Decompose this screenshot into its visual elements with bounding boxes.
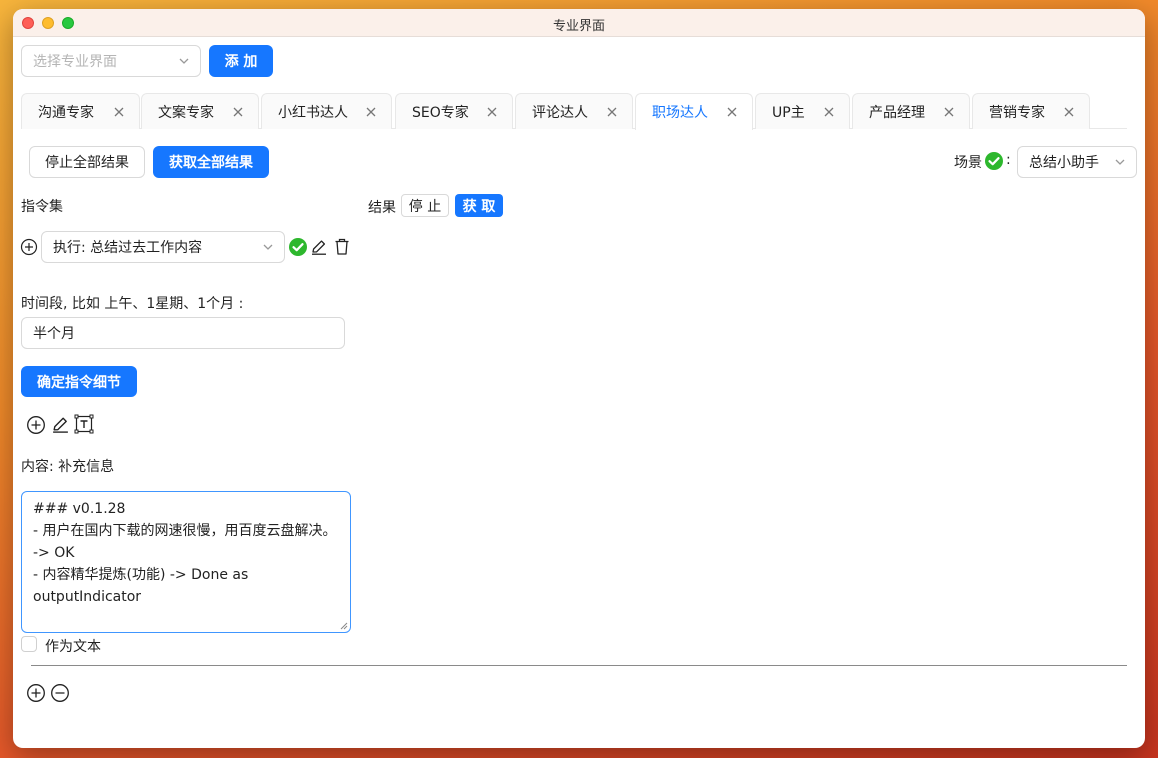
pencil-icon[interactable] [310, 238, 328, 256]
command-select[interactable]: 执行: 总结过去工作内容 [41, 231, 285, 263]
check-circle-icon[interactable] [288, 237, 308, 257]
close-icon[interactable] [943, 106, 955, 118]
close-icon[interactable] [486, 106, 498, 118]
command-select-value: 执行: 总结过去工作内容 [53, 240, 203, 256]
title-bar: 专业界面 [13, 9, 1145, 37]
app-window: 专业界面 选择专业界面 添 加 沟通专家 文案专家 小红书达人 SEO专家 评论… [13, 9, 1145, 748]
pencil-icon[interactable] [51, 415, 70, 434]
chevron-down-icon [179, 58, 189, 64]
trash-icon[interactable] [333, 237, 351, 256]
content-label: 内容: 补充信息 [21, 459, 115, 475]
plus-circle-icon[interactable] [26, 415, 46, 435]
profession-select-placeholder: 选择专业界面 [33, 54, 117, 70]
tab-label: 文案专家 [158, 104, 214, 121]
close-icon[interactable] [113, 106, 125, 118]
profession-select[interactable]: 选择专业界面 [21, 45, 201, 77]
tab-item[interactable]: SEO专家 [395, 93, 513, 129]
scene-colon: : [1006, 152, 1011, 168]
text-box-icon[interactable] [74, 414, 94, 434]
tab-item-active[interactable]: 职场达人 [635, 93, 753, 130]
tab-label: 沟通专家 [38, 104, 94, 121]
check-circle-icon [985, 152, 1003, 170]
instruction-set-label: 指令集 [21, 199, 63, 215]
scene-select[interactable]: 总结小助手 [1017, 146, 1137, 178]
as-text-checkbox[interactable] [21, 636, 37, 652]
tab-item[interactable]: 沟通专家 [21, 93, 140, 129]
minus-circle-icon[interactable] [50, 683, 70, 703]
stop-all-button[interactable]: 停止全部结果 [29, 146, 145, 178]
add-button[interactable]: 添 加 [209, 45, 273, 77]
content-line: - 用户在国内下载的网速很慢，用百度云盘解决。 [33, 523, 337, 539]
close-icon[interactable] [726, 106, 738, 118]
fetch-all-button[interactable]: 获取全部结果 [153, 146, 269, 178]
section-divider [31, 665, 1127, 666]
chevron-down-icon [263, 244, 273, 250]
tab-label: SEO专家 [412, 104, 469, 121]
time-period-input[interactable]: 半个月 [21, 317, 345, 349]
scene-select-value: 总结小助手 [1029, 155, 1099, 171]
scene-label: 场景 [954, 155, 982, 171]
close-icon[interactable] [606, 106, 618, 118]
as-text-label: 作为文本 [45, 639, 101, 655]
close-icon[interactable] [365, 106, 377, 118]
close-icon[interactable] [232, 106, 244, 118]
tab-label: 评论达人 [532, 104, 588, 121]
tab-item[interactable]: 文案专家 [141, 93, 259, 129]
plus-circle-icon[interactable] [26, 683, 46, 703]
tab-label: 职场达人 [652, 105, 708, 121]
result-stop-button[interactable]: 停 止 [401, 194, 449, 217]
chevron-down-icon [1115, 159, 1125, 165]
tab-item[interactable]: 小红书达人 [261, 93, 392, 129]
tab-label: UP主 [772, 104, 805, 121]
tab-label: 小红书达人 [278, 104, 348, 121]
close-icon[interactable] [1063, 106, 1075, 118]
content-line: -> OK [33, 545, 75, 561]
profession-tabs: 沟通专家 文案专家 小红书达人 SEO专家 评论达人 职场达人 UP主 产品经理… [21, 93, 1127, 130]
tab-item[interactable]: 评论达人 [515, 93, 633, 129]
content-line: ### v0.1.28 [33, 501, 126, 517]
plus-circle-icon[interactable] [20, 238, 38, 256]
content-line: - 内容精华提炼(功能) -> Done as [33, 567, 249, 583]
tab-item[interactable]: 营销专家 [972, 93, 1090, 129]
tab-label: 营销专家 [989, 104, 1045, 121]
resize-handle-icon[interactable] [340, 622, 348, 630]
close-icon[interactable] [823, 106, 835, 118]
tab-item[interactable]: 产品经理 [852, 93, 970, 129]
window-title: 专业界面 [552, 19, 605, 34]
tab-label: 产品经理 [869, 104, 925, 121]
result-label: 结果 [368, 200, 396, 216]
tab-item[interactable]: UP主 [755, 93, 850, 129]
content-textarea[interactable]: ### v0.1.28 - 用户在国内下载的网速很慢，用百度云盘解决。 -> O… [21, 491, 351, 633]
result-fetch-button[interactable]: 获 取 [455, 194, 503, 217]
content-line: outputIndicator [33, 589, 142, 605]
confirm-instruction-button[interactable]: 确定指令细节 [21, 366, 137, 397]
time-period-label: 时间段, 比如 上午、1星期、1个月 : [21, 296, 244, 312]
